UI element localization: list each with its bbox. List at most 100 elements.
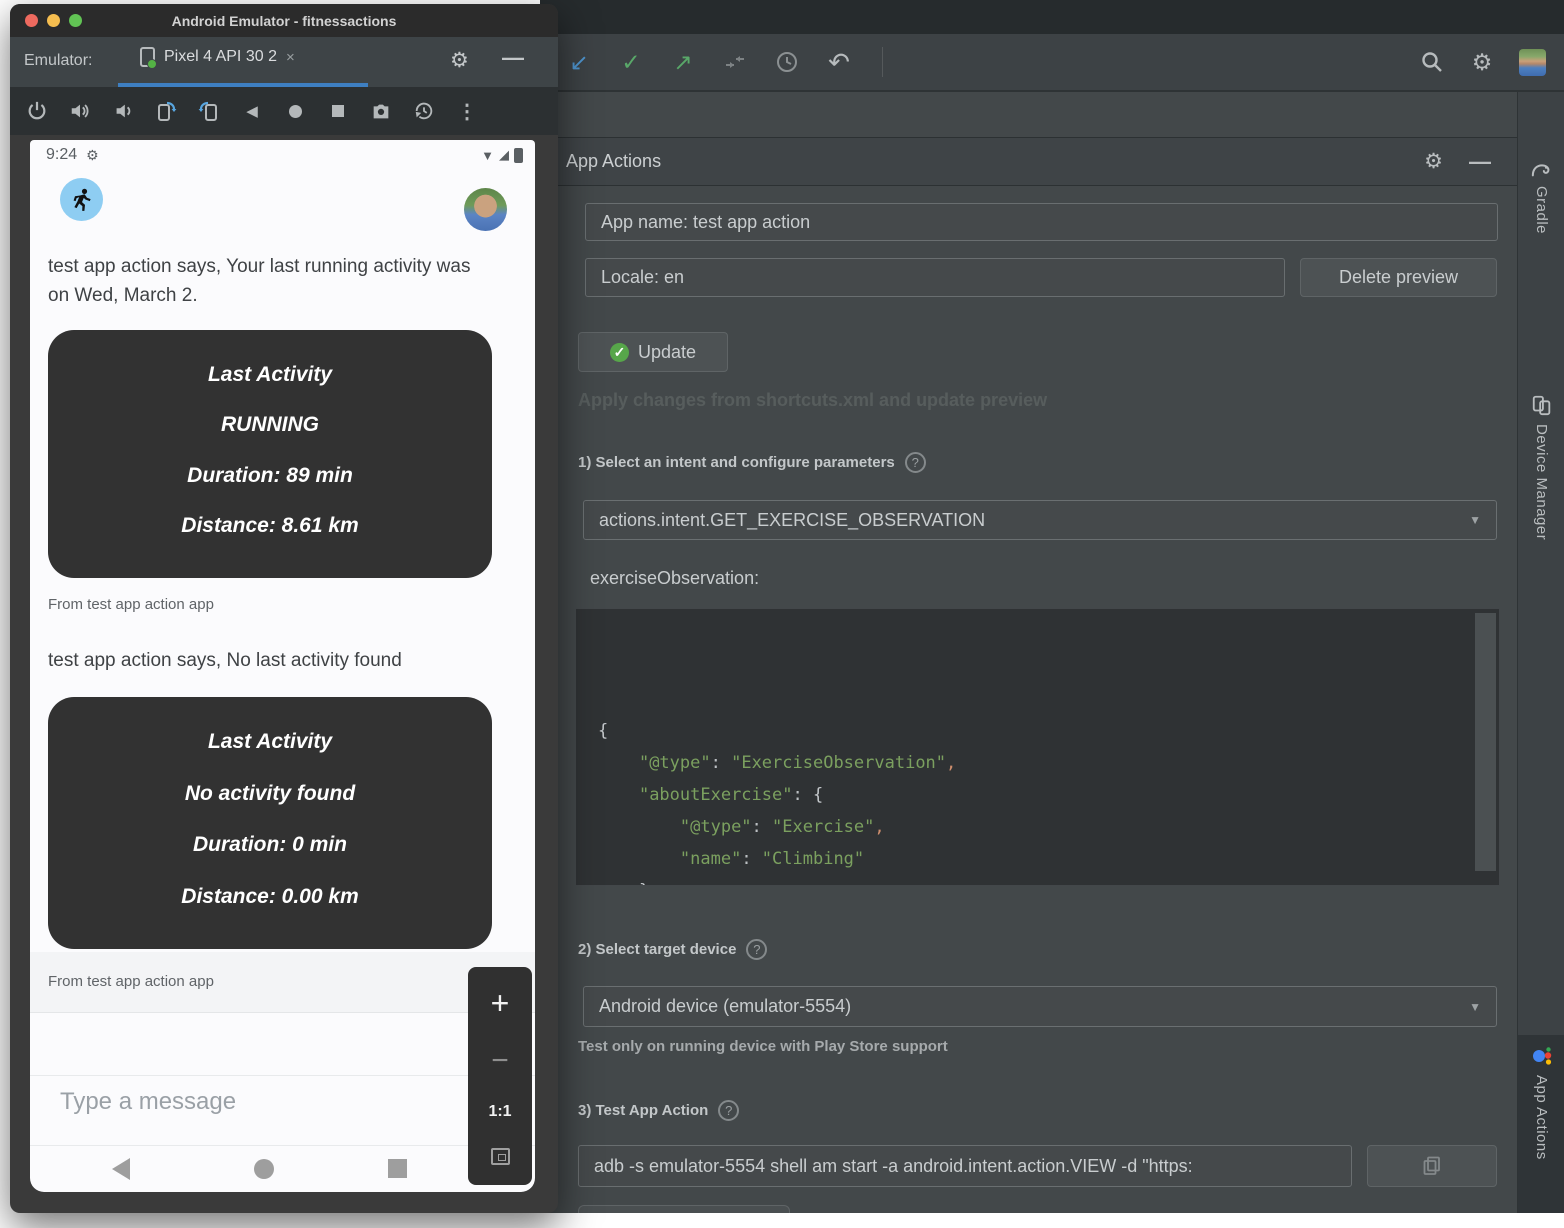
help-icon[interactable]: ? — [905, 452, 926, 473]
tool-tab-gradle[interactable]: Gradle — [1518, 150, 1564, 380]
power-icon[interactable] — [24, 98, 50, 124]
volume-up-icon[interactable] — [67, 98, 93, 124]
more-options-icon[interactable]: ⋮ — [454, 98, 480, 124]
section-3-label: 3) Test App Action ? — [578, 1100, 739, 1121]
app-actions-panel-body: App name: test app action Locale: en Del… — [540, 187, 1517, 1213]
tool-tab-device-manager[interactable]: Device Manager — [1518, 384, 1564, 664]
emulator-settings-gear-icon[interactable]: ⚙ — [450, 48, 469, 73]
volume-down-icon[interactable] — [110, 98, 136, 124]
snapshots-icon[interactable] — [411, 98, 437, 124]
card-text-line: Duration: 0 min — [58, 833, 482, 857]
tool-tab-app-actions[interactable]: App Actions — [1518, 1035, 1564, 1213]
gradle-elephant-icon — [1531, 160, 1553, 178]
update-hint-text: Apply changes from shortcuts.xml and upd… — [578, 390, 1047, 411]
rollback-icon[interactable]: ↶ — [826, 49, 852, 75]
rotate-left-icon[interactable] — [153, 98, 179, 124]
card-text-line: Last Activity — [58, 363, 482, 387]
diff-merge-icon[interactable] — [722, 49, 748, 75]
intent-parameter-json-editor[interactable]: { "@type": "ExerciseObservation", "about… — [575, 608, 1500, 886]
nav-overview-icon[interactable] — [388, 1159, 407, 1178]
parameter-label: exerciseObservation: — [590, 568, 759, 589]
studio-main-toolbar: ↙ ✓ ↗ ↶ ⚙ — [540, 34, 1564, 92]
user-avatar — [464, 188, 507, 231]
history-clock-icon[interactable] — [774, 49, 800, 75]
zoom-reset-button[interactable]: 1:1 — [488, 1103, 511, 1121]
close-tab-icon[interactable]: × — [286, 49, 295, 66]
help-icon[interactable]: ? — [718, 1100, 739, 1121]
section-2-label: 2) Select target device ? — [578, 939, 767, 960]
delete-preview-button[interactable]: Delete preview — [1300, 258, 1497, 297]
section-2-text: 2) Select target device — [578, 941, 736, 958]
emulator-label: Emulator: — [24, 52, 92, 70]
settings-gear-icon[interactable]: ⚙ — [1469, 49, 1495, 75]
activity-card: Last Activity RUNNING Duration: 89 min Dist… — [48, 330, 492, 578]
assistant-bot-avatar — [60, 178, 103, 221]
search-icon[interactable] — [1419, 49, 1445, 75]
home-button-icon[interactable] — [282, 98, 308, 124]
runner-icon — [71, 188, 93, 212]
android-studio-window: ↙ ✓ ↗ ↶ ⚙ App Actions ⚙ — — [540, 0, 1564, 1213]
emulator-zoom-panel: + − 1:1 — [468, 967, 532, 1185]
card-text-line: Last Activity — [58, 730, 482, 754]
copy-command-button[interactable] — [1367, 1145, 1497, 1187]
section-3-text: 3) Test App Action — [578, 1102, 708, 1119]
nav-home-icon[interactable] — [254, 1159, 274, 1179]
code-line: "name": "Climbing" — [598, 843, 1499, 875]
emulator-toolbar: ◀ ⋮ — [10, 87, 558, 135]
phone-screen: 9:24 ⚙ ▼ ◢ test app action says, Your la… — [30, 140, 535, 1192]
mac-title-bar: Android Emulator - fitnessactions — [10, 4, 558, 37]
code-line: { — [598, 715, 1499, 747]
nav-back-icon[interactable] — [112, 1158, 130, 1180]
app-actions-panel-header: App Actions ⚙ — — [540, 137, 1517, 186]
update-label: Update — [638, 342, 696, 363]
assistant-message: test app action says, No last activity f… — [48, 646, 478, 675]
intent-dropdown[interactable]: actions.intent.GET_EXERCISE_OBSERVATION … — [583, 500, 1497, 540]
device-manager-icon — [1531, 394, 1553, 416]
card-text-line: Distance: 0.00 km — [58, 885, 482, 909]
back-button-icon[interactable]: ◀ — [239, 98, 265, 124]
divider — [30, 1145, 535, 1146]
copy-icon — [1423, 1156, 1441, 1176]
wifi-icon: ▼ — [481, 148, 494, 163]
delete-preview-label: Delete preview — [1339, 267, 1458, 288]
overview-button-icon[interactable] — [325, 98, 351, 124]
help-icon[interactable]: ? — [746, 939, 767, 960]
adb-command-field[interactable]: adb -s emulator-5554 shell am start -a a… — [578, 1145, 1352, 1187]
card-text-line: No activity found — [58, 782, 482, 806]
vcs-push-icon[interactable]: ↗ — [670, 49, 696, 75]
locale-field[interactable]: Locale: en — [585, 258, 1285, 297]
device-tab[interactable]: Pixel 4 API 30 2 × — [140, 47, 295, 67]
scrollbar-thumb[interactable] — [1475, 613, 1496, 871]
phone-status-bar: 9:24 ⚙ ▼ ◢ — [30, 140, 535, 170]
card-text-line: Duration: 89 min — [58, 464, 482, 488]
device-tab-label: Pixel 4 API 30 2 — [164, 48, 277, 66]
app-name-field[interactable]: App name: test app action — [585, 203, 1498, 241]
message-input[interactable]: Type a message — [60, 1088, 236, 1116]
emulator-minimize-icon[interactable]: — — [502, 45, 524, 71]
target-device-dropdown[interactable]: Android device (emulator-5554) ▼ — [583, 986, 1497, 1027]
update-button[interactable]: ✓ Update — [578, 332, 728, 372]
zoom-in-button[interactable]: + — [491, 987, 510, 1019]
panel-settings-gear-icon[interactable]: ⚙ — [1424, 149, 1443, 174]
run-app-action-button-partial[interactable] — [578, 1205, 790, 1213]
code-line: "@type": "ExerciseObservation", — [598, 747, 1499, 779]
emulator-tab-bar: Emulator: Pixel 4 API 30 2 × ⚙ — — [10, 37, 558, 87]
tool-tab-device-manager-label: Device Manager — [1533, 424, 1550, 540]
status-gear-icon: ⚙ — [86, 147, 99, 164]
vcs-update-icon[interactable]: ↙ — [566, 49, 592, 75]
card-text-line: RUNNING — [58, 413, 482, 437]
signal-icon: ◢ — [499, 147, 509, 163]
screenshot-camera-icon[interactable] — [368, 98, 394, 124]
android-nav-bar — [30, 1148, 535, 1192]
chevron-down-icon: ▼ — [1469, 1000, 1481, 1014]
rotate-right-icon[interactable] — [196, 98, 222, 124]
card-text-line: Distance: 8.61 km — [58, 514, 482, 538]
zoom-out-button[interactable]: − — [491, 1046, 509, 1076]
vcs-commit-icon[interactable]: ✓ — [618, 49, 644, 75]
zoom-fit-button[interactable] — [491, 1148, 510, 1165]
intent-selected-value: actions.intent.GET_EXERCISE_OBSERVATION — [599, 510, 985, 531]
code-line: "aboutExercise": { — [598, 779, 1499, 811]
user-profile-avatar[interactable] — [1519, 49, 1546, 76]
panel-minimize-icon[interactable]: — — [1469, 149, 1491, 175]
device-hint-text: Test only on running device with Play St… — [578, 1038, 948, 1055]
